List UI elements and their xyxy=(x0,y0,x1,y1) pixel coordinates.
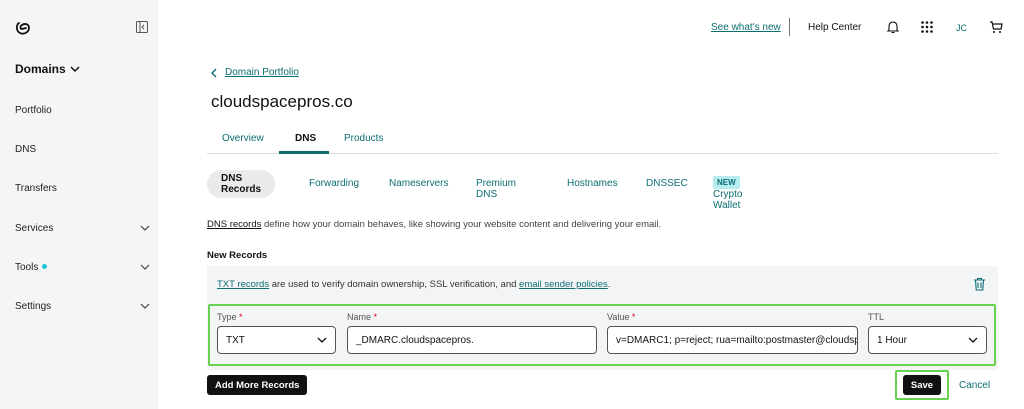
txt-info-end: . xyxy=(607,279,611,290)
subtab-nameservers[interactable]: Nameservers xyxy=(389,178,448,189)
chevron-down-icon xyxy=(140,303,150,309)
add-more-records-button[interactable]: Add More Records xyxy=(207,375,308,395)
chevron-left-icon[interactable] xyxy=(211,68,217,78)
dns-description: DNS records define how your domain behav… xyxy=(207,219,661,230)
save-button[interactable]: Save xyxy=(903,375,941,395)
txt-info-text: TXT records are used to verify domain ow… xyxy=(217,279,610,290)
sidebar-item-label-wrap: Tools xyxy=(15,262,48,273)
sidebar-item-tools[interactable]: Tools xyxy=(15,262,150,273)
sidebar-item-transfers[interactable]: Transfers xyxy=(15,183,150,194)
tab-dns[interactable]: DNS xyxy=(295,133,316,144)
sidebar-item-dns[interactable]: DNS xyxy=(15,144,150,155)
bell-icon[interactable] xyxy=(886,20,900,34)
sidebar-item-portfolio[interactable]: Portfolio xyxy=(15,105,150,116)
value-label-text: Value xyxy=(607,312,630,322)
name-label-text: Name xyxy=(347,312,372,322)
sidebar-item-label: Services xyxy=(15,223,54,234)
sidebar-item-label: Settings xyxy=(15,301,52,312)
required-mark: * xyxy=(373,312,378,322)
type-label: Type * xyxy=(217,312,243,322)
name-input[interactable]: _DMARC.cloudspacepros. xyxy=(347,326,597,354)
main-tabs: Overview DNS Products xyxy=(207,126,998,154)
subtab-crypto-wallet[interactable]: NEWCrypto Wallet xyxy=(713,176,746,211)
sidebar-item-label: DNS xyxy=(15,144,37,155)
chevron-down-icon xyxy=(140,225,150,231)
new-badge: NEW xyxy=(713,176,740,189)
whats-new-link[interactable]: See what's new xyxy=(711,22,781,33)
tab-overview[interactable]: Overview xyxy=(222,133,264,144)
value-input[interactable]: v=DMARC1; p=reject; rua=mailto:postmaste… xyxy=(607,326,858,354)
required-mark: * xyxy=(631,312,636,322)
ttl-label: TTL xyxy=(868,312,885,322)
email-sender-policies-link[interactable]: email sender policies xyxy=(519,279,608,290)
chevron-down-icon xyxy=(70,65,80,72)
tab-products[interactable]: Products xyxy=(344,133,383,144)
ttl-select-value: 1 Hour xyxy=(877,334,908,346)
notification-dot xyxy=(42,264,48,269)
trash-icon[interactable] xyxy=(973,277,986,291)
account-initials[interactable]: JC xyxy=(956,23,967,33)
subtab-hostnames[interactable]: Hostnames xyxy=(567,178,618,189)
sidebar-item-services[interactable]: Services xyxy=(15,223,150,234)
type-select-value: TXT xyxy=(226,334,245,346)
sidebar-item-settings[interactable]: Settings xyxy=(15,301,150,312)
subtab-dnssec[interactable]: DNSSEC xyxy=(646,178,688,189)
chevron-down-icon xyxy=(317,337,327,343)
breadcrumb: Domain Portfolio xyxy=(211,67,299,78)
breadcrumb-domain-portfolio-link[interactable]: Domain Portfolio xyxy=(225,67,299,78)
sidebar-item-label: Transfers xyxy=(15,183,57,194)
subtab-dns-records[interactable]: DNS Records xyxy=(207,170,275,198)
type-label-text: Type xyxy=(217,312,237,322)
value-label: Value * xyxy=(607,312,635,322)
chevron-down-icon xyxy=(968,337,978,343)
subtab-forwarding[interactable]: Forwarding xyxy=(309,178,359,189)
apps-grid-icon[interactable] xyxy=(920,20,934,34)
name-label: Name * xyxy=(347,312,377,322)
chevron-down-icon xyxy=(140,264,150,270)
subtab-premium-dns[interactable]: Premium DNS xyxy=(476,178,516,200)
type-select[interactable]: TXT xyxy=(217,326,336,354)
logo-icon[interactable] xyxy=(15,20,31,36)
sidebar-title: Domains xyxy=(15,62,66,76)
sidebar: Domains Portfolio DNS Transfers Services… xyxy=(0,0,158,409)
help-center-link[interactable]: Help Center xyxy=(808,22,861,33)
subtab-crypto-wallet-label: Crypto Wallet xyxy=(713,189,743,211)
sidebar-item-label: Tools xyxy=(15,262,39,273)
sidebar-item-label: Portfolio xyxy=(15,105,52,116)
cart-icon[interactable] xyxy=(989,20,1003,34)
collapse-sidebar-icon[interactable] xyxy=(136,21,148,33)
ttl-select[interactable]: 1 Hour xyxy=(868,326,987,354)
active-tab-indicator xyxy=(279,151,329,154)
new-records-heading: New Records xyxy=(207,250,268,261)
header-divider xyxy=(789,18,790,36)
sidebar-domains-menu[interactable]: Domains xyxy=(15,62,80,76)
dns-description-text: define how your domain behaves, like sho… xyxy=(261,219,662,230)
txt-info-body: are used to verify domain ownership, SSL… xyxy=(269,279,520,290)
dns-records-link[interactable]: DNS records xyxy=(207,219,261,230)
page-title: cloudspacepros.co xyxy=(211,92,353,111)
cancel-button[interactable]: Cancel xyxy=(959,380,990,391)
txt-records-link[interactable]: TXT records xyxy=(217,279,269,290)
required-mark: * xyxy=(239,312,243,322)
